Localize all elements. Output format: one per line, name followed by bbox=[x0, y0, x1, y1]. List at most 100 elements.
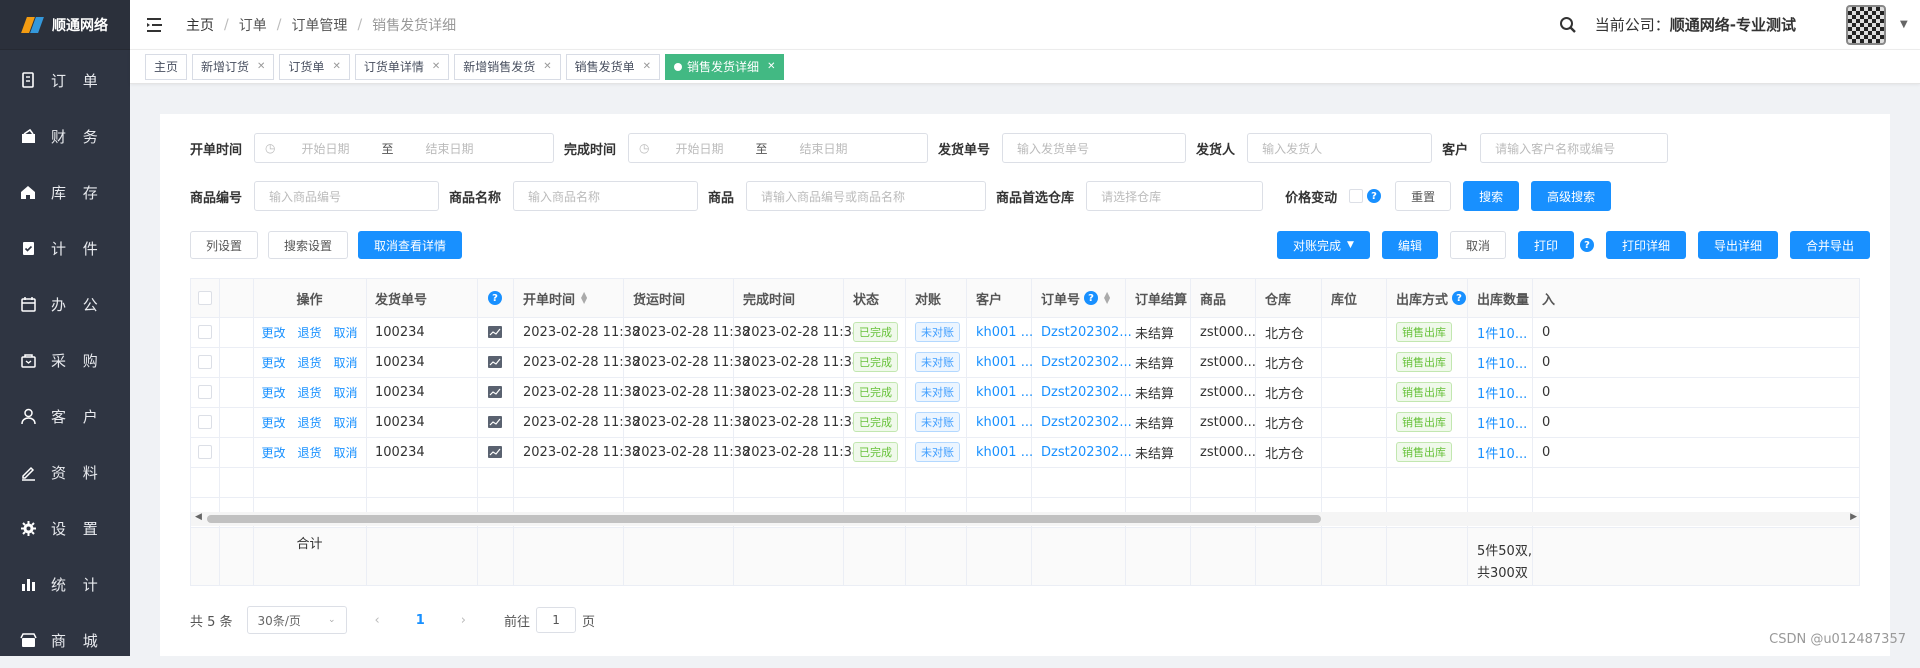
column-settings-button[interactable]: 列设置 bbox=[190, 231, 259, 259]
return-link[interactable]: 退货 bbox=[297, 414, 321, 431]
cell-customer[interactable]: kh001 ... bbox=[976, 377, 1033, 407]
sort-icon[interactable]: ▲ ▼ bbox=[1104, 291, 1110, 305]
page-1[interactable]: 1 bbox=[416, 613, 425, 628]
help-icon[interactable]: ? bbox=[1579, 238, 1594, 252]
reconcile-dropdown-button[interactable]: 对账完成 ▼ bbox=[1277, 231, 1370, 259]
help-icon[interactable]: ? bbox=[1367, 189, 1382, 203]
cancel-link[interactable]: 取消 bbox=[334, 414, 358, 431]
prev-page-icon[interactable]: ‹ bbox=[375, 613, 380, 628]
start-date[interactable]: 开始日期 bbox=[650, 140, 750, 157]
return-link[interactable]: 退货 bbox=[297, 324, 321, 341]
avatar[interactable] bbox=[1846, 4, 1886, 45]
end-date[interactable]: 结束日期 bbox=[774, 140, 874, 157]
merge-export-button[interactable]: 合并导出 bbox=[1790, 231, 1871, 259]
row-checkbox[interactable] bbox=[191, 407, 219, 437]
return-link[interactable]: 退货 bbox=[297, 384, 321, 401]
scrollbar-thumb[interactable] bbox=[207, 515, 1321, 523]
help-icon[interactable]: ? bbox=[477, 279, 513, 317]
cancel-link[interactable]: 取消 bbox=[334, 384, 358, 401]
start-date[interactable]: 开始日期 bbox=[276, 140, 376, 157]
modify-link[interactable]: 更改 bbox=[261, 384, 285, 401]
sidebar-item-10[interactable]: 商 城 bbox=[0, 612, 130, 668]
cell-qty[interactable]: 1件10... bbox=[1477, 407, 1527, 437]
sidebar-item-1[interactable]: 财 务 bbox=[0, 108, 130, 164]
menu-toggle-icon[interactable] bbox=[146, 16, 164, 34]
trend-icon[interactable] bbox=[477, 437, 513, 467]
cell-customer[interactable]: kh001 ... bbox=[976, 347, 1033, 377]
search-icon[interactable] bbox=[1559, 16, 1577, 34]
sidebar-item-4[interactable]: 办 公 bbox=[0, 276, 130, 332]
tab-0[interactable]: 主页 bbox=[145, 53, 188, 80]
cell-order-no[interactable]: Dzst202302... bbox=[1041, 347, 1132, 377]
tab-6[interactable]: 销售发货详细 ✕ bbox=[665, 53, 785, 80]
cell-qty[interactable]: 1件10... bbox=[1477, 377, 1527, 407]
tab-1[interactable]: 新增订货 ✕ bbox=[192, 53, 275, 80]
sidebar-item-7[interactable]: 资 料 bbox=[0, 444, 130, 500]
sidebar-item-3[interactable]: 计 件 bbox=[0, 220, 130, 276]
print-detail-button[interactable]: 打印详细 bbox=[1605, 231, 1686, 259]
select-all-checkbox[interactable] bbox=[191, 279, 219, 317]
price-change-checkbox[interactable] bbox=[1349, 189, 1364, 203]
breadcrumb-order-manage[interactable]: 订单管理 bbox=[291, 15, 347, 35]
sidebar-item-5[interactable]: 采 购 bbox=[0, 332, 130, 388]
horizontal-scrollbar[interactable]: ◀ ▶ bbox=[191, 512, 1859, 526]
close-icon[interactable]: ✕ bbox=[332, 61, 340, 72]
modify-link[interactable]: 更改 bbox=[261, 444, 285, 461]
modify-link[interactable]: 更改 bbox=[261, 354, 285, 371]
goods-input[interactable]: 请输入商品编号或商品名称 bbox=[746, 181, 987, 211]
sidebar-item-8[interactable]: 设 置 bbox=[0, 500, 130, 556]
close-icon[interactable]: ✕ bbox=[432, 61, 440, 72]
tab-5[interactable]: 销售发货单 ✕ bbox=[565, 53, 661, 80]
print-button[interactable]: 打印 bbox=[1517, 231, 1574, 259]
tab-3[interactable]: 订货单详情 ✕ bbox=[354, 53, 450, 80]
help-icon[interactable]: ? bbox=[1452, 291, 1467, 305]
row-checkbox[interactable] bbox=[191, 317, 219, 347]
row-checkbox[interactable] bbox=[191, 437, 219, 467]
end-date[interactable]: 结束日期 bbox=[400, 140, 500, 157]
row-checkbox[interactable] bbox=[191, 377, 219, 407]
cancel-button[interactable]: 取消 bbox=[1449, 231, 1506, 259]
cancel-view-detail-button[interactable]: 取消查看详情 bbox=[358, 231, 463, 259]
edit-button[interactable]: 编辑 bbox=[1381, 231, 1438, 259]
breadcrumb-order[interactable]: 订单 bbox=[239, 15, 267, 35]
search-settings-button[interactable]: 搜索设置 bbox=[268, 231, 349, 259]
cell-order-no[interactable]: Dzst202302... bbox=[1041, 437, 1132, 467]
caret-down-icon[interactable]: ▼ bbox=[1900, 19, 1910, 30]
cell-order-no[interactable]: Dzst202302... bbox=[1041, 377, 1132, 407]
cancel-link[interactable]: 取消 bbox=[334, 324, 358, 341]
return-link[interactable]: 退货 bbox=[297, 444, 321, 461]
trend-icon[interactable] bbox=[477, 347, 513, 377]
scroll-left-icon[interactable]: ◀ bbox=[195, 512, 202, 522]
scroll-right-icon[interactable]: ▶ bbox=[1850, 512, 1857, 522]
row-checkbox[interactable] bbox=[191, 347, 219, 377]
trend-icon[interactable] bbox=[477, 377, 513, 407]
trend-icon[interactable] bbox=[477, 317, 513, 347]
cell-customer[interactable]: kh001 ... bbox=[976, 407, 1033, 437]
sidebar-item-9[interactable]: 统 计 bbox=[0, 556, 130, 612]
finish-time-range[interactable]: ◷ 开始日期 至 结束日期 bbox=[628, 133, 929, 163]
cell-customer[interactable]: kh001 ... bbox=[976, 437, 1033, 467]
return-link[interactable]: 退货 bbox=[297, 354, 321, 371]
close-icon[interactable]: ✕ bbox=[643, 61, 651, 72]
cell-qty[interactable]: 1件10... bbox=[1477, 347, 1527, 377]
next-page-icon[interactable]: › bbox=[461, 613, 466, 628]
cell-qty[interactable]: 1件10... bbox=[1477, 437, 1527, 467]
modify-link[interactable]: 更改 bbox=[261, 414, 285, 431]
close-icon[interactable]: ✕ bbox=[767, 61, 775, 72]
close-icon[interactable]: ✕ bbox=[257, 61, 265, 72]
breadcrumb-home[interactable]: 主页 bbox=[186, 15, 214, 35]
open-time-range[interactable]: ◷ 开始日期 至 结束日期 bbox=[254, 133, 555, 163]
page-size-select[interactable]: 30条/页 ⌄ bbox=[246, 606, 347, 634]
cell-order-no[interactable]: Dzst202302... bbox=[1041, 407, 1132, 437]
advanced-search-button[interactable]: 高级搜索 bbox=[1531, 181, 1612, 211]
export-detail-button[interactable]: 导出详细 bbox=[1698, 231, 1779, 259]
customer-input[interactable]: 请输入客户名称或编号 bbox=[1480, 133, 1669, 163]
goto-page-input[interactable]: 1 bbox=[536, 607, 577, 633]
shipper-input[interactable]: 输入发货人 bbox=[1247, 133, 1433, 163]
cell-qty[interactable]: 1件10... bbox=[1477, 317, 1527, 347]
sort-icon[interactable]: ▲ ▼ bbox=[581, 291, 587, 305]
tab-2[interactable]: 订货单 ✕ bbox=[279, 53, 350, 80]
sidebar-item-6[interactable]: 客 户 bbox=[0, 388, 130, 444]
warehouse-select[interactable]: 请选择仓库 bbox=[1086, 181, 1264, 211]
trend-icon[interactable] bbox=[477, 407, 513, 437]
